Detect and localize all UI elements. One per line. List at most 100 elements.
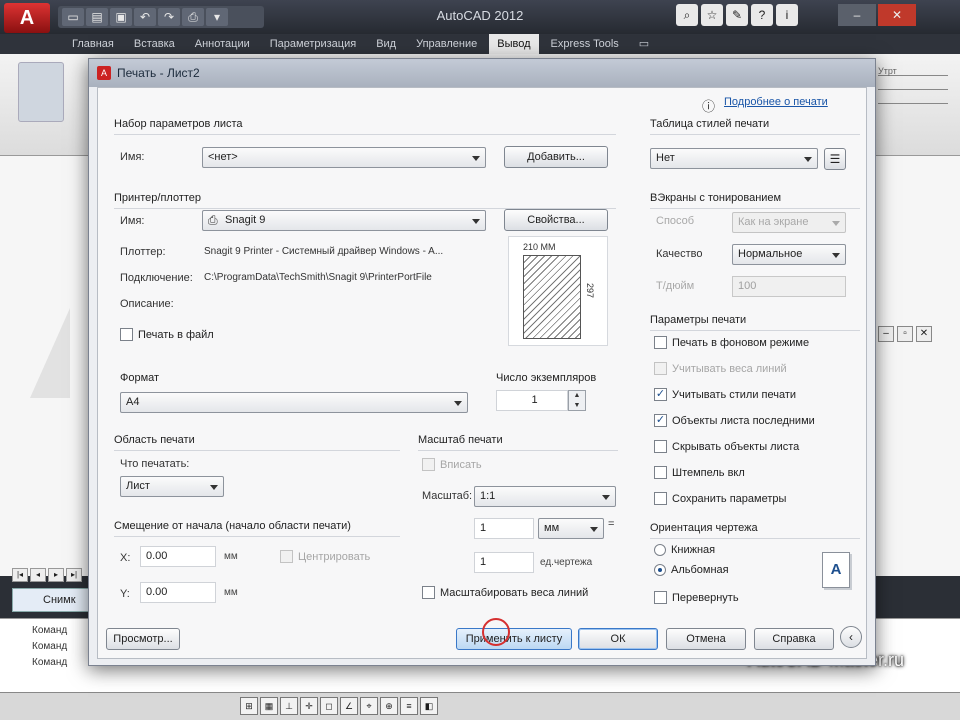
help-link[interactable]: Подробнее о печати (724, 96, 828, 108)
window-controls: – ✕ (838, 4, 916, 26)
checkbox-box: ✓ (654, 414, 667, 427)
open-icon[interactable]: ▤ (86, 8, 108, 26)
scale-select[interactable]: 1:1 (474, 486, 616, 507)
layout-nav-arrows: |◂ ◂ ▸ ▸| (12, 568, 84, 584)
help-button[interactable]: Справка (754, 628, 834, 650)
star-icon[interactable]: ☆ (701, 4, 723, 26)
collapse-arrow-icon[interactable]: ‹ (840, 626, 862, 648)
preview-height-label: 297 (585, 283, 595, 299)
ribbon-tab-extra[interactable]: ▭ (631, 34, 657, 54)
otrack-icon[interactable]: ∠ (340, 697, 358, 715)
dyn-icon[interactable]: ⊕ (380, 697, 398, 715)
preview-button[interactable]: Просмотр... (106, 628, 180, 650)
spin-down-icon[interactable]: ▼ (569, 401, 585, 411)
ribbon-tab[interactable]: Управление (408, 34, 485, 54)
upside-down-label: Перевернуть (672, 591, 739, 604)
prev-layout-icon[interactable]: ◂ (30, 568, 46, 582)
new-icon[interactable]: ▭ (62, 8, 84, 26)
copies-input[interactable]: 1 (496, 390, 568, 411)
help-icon[interactable]: ? (751, 4, 773, 26)
ribbon-tab[interactable]: Express Tools (543, 34, 627, 54)
ribbon-tab[interactable]: Вид (368, 34, 404, 54)
first-layout-icon[interactable]: |◂ (12, 568, 28, 582)
offset-y-label: Y: (120, 588, 130, 600)
osnap-icon[interactable]: ◻ (320, 697, 338, 715)
copies-spinner[interactable]: ▲ ▼ (568, 390, 586, 411)
plot-style-select[interactable]: Нет (650, 148, 818, 169)
ribbon-right-item[interactable] (878, 80, 948, 90)
tools-icon[interactable]: ✎ (726, 4, 748, 26)
ribbon-right-item[interactable] (878, 94, 948, 104)
dpi-label: Т/дюйм (656, 280, 695, 292)
plot-option-checkbox[interactable]: ✓ Объекты листа последними (654, 414, 815, 427)
ribbon-tab[interactable]: Аннотации (187, 34, 258, 54)
plot-option-checkbox[interactable]: ✓ Учитывать стили печати (654, 388, 796, 401)
ok-button[interactable]: ОК (578, 628, 658, 650)
info-icon[interactable]: i (776, 4, 798, 26)
next-layout-icon[interactable]: ▸ (48, 568, 64, 582)
add-page-setup-button[interactable]: Добавить... (504, 146, 608, 168)
plot-option-checkbox[interactable]: Учитывать веса линий (654, 362, 787, 375)
plot-ribbon-button[interactable] (18, 62, 64, 122)
paper-size-select[interactable]: A4 (120, 392, 468, 413)
paper-preview: 210 MM 297 (508, 236, 608, 346)
plot-option-checkbox[interactable]: Печать в фоновом режиме (654, 336, 809, 349)
page-setup-name-label: Имя: (120, 151, 145, 163)
dialog-titlebar[interactable]: A Печать - Лист2 (89, 59, 875, 87)
ribbon-tab-output[interactable]: Вывод (489, 34, 539, 54)
binoculars-icon[interactable]: ⌕ (676, 4, 698, 26)
upside-down-checkbox[interactable]: Перевернуть (654, 591, 739, 604)
plot-option-label: Скрывать объекты листа (672, 440, 800, 453)
offset-x-input[interactable]: 0.00 (140, 546, 216, 567)
print-to-file-checkbox[interactable]: Печать в файл (120, 328, 214, 341)
plot-option-checkbox[interactable]: Скрывать объекты листа (654, 440, 799, 453)
last-layout-icon[interactable]: ▸| (66, 568, 82, 582)
ribbon-tab[interactable]: Вставка (126, 34, 183, 54)
printer-properties-button[interactable]: Свойства... (504, 209, 608, 231)
what-to-plot-label: Что печатать: (120, 458, 190, 470)
printer-select[interactable]: ⎙ Snagit 9 (202, 210, 486, 231)
ortho-icon[interactable]: ⊥ (280, 697, 298, 715)
scale-drawing-units-input[interactable]: 1 (474, 552, 534, 573)
fit-to-paper-checkbox[interactable]: Вписать (422, 458, 482, 471)
tpy-icon[interactable]: ◧ (420, 697, 438, 715)
portrait-radio[interactable]: Книжная (654, 544, 715, 556)
save-icon[interactable]: ▣ (110, 8, 132, 26)
landscape-radio[interactable]: Альбомная (654, 564, 729, 576)
ribbon-tab[interactable]: Главная (64, 34, 122, 54)
minimize-icon[interactable]: – (838, 4, 876, 26)
scale-paper-units-input[interactable]: 1 (474, 518, 534, 539)
shade-plot-select[interactable]: Как на экране (732, 212, 846, 233)
lineweight-icon[interactable]: ≡ (400, 697, 418, 715)
close-icon[interactable]: ✕ (878, 4, 916, 26)
autocad-logo-icon[interactable]: A (4, 3, 50, 33)
layout-tab[interactable]: Снимк (12, 588, 90, 612)
minimize-viewport-icon[interactable]: – (878, 326, 894, 342)
snap-icon[interactable]: ⊞ (240, 697, 258, 715)
ribbon-tab[interactable]: Параметризация (262, 34, 364, 54)
offset-y-input[interactable]: 0.00 (140, 582, 216, 603)
ribbon-right-item[interactable]: Утрт (878, 66, 948, 76)
plot-option-checkbox[interactable]: Штемпель вкл (654, 466, 745, 479)
center-plot-checkbox[interactable]: Центрировать (280, 550, 370, 563)
grid-icon[interactable]: ▦ (260, 697, 278, 715)
restore-viewport-icon[interactable]: ▫ (897, 326, 913, 342)
plot-option-checkbox[interactable]: Сохранить параметры (654, 492, 786, 505)
dropdown-icon[interactable]: ▾ (206, 8, 228, 26)
page-setup-name-select[interactable]: <нет> (202, 147, 486, 168)
quality-select[interactable]: Нормальное (732, 244, 846, 265)
polar-icon[interactable]: ✛ (300, 697, 318, 715)
cancel-button[interactable]: Отмена (666, 628, 746, 650)
apply-to-layout-button[interactable]: Применить к листу (456, 628, 572, 650)
close-viewport-icon[interactable]: ✕ (916, 326, 932, 342)
scale-units-select[interactable]: мм (538, 518, 604, 539)
plot-icon[interactable]: ⎙ (182, 8, 204, 26)
scale-lineweights-checkbox[interactable]: Масштабировать веса линий (422, 586, 588, 599)
dpi-input[interactable]: 100 (732, 276, 846, 297)
what-to-plot-select[interactable]: Лист (120, 476, 224, 497)
redo-icon[interactable]: ↷ (158, 8, 180, 26)
undo-icon[interactable]: ↶ (134, 8, 156, 26)
spin-up-icon[interactable]: ▲ (569, 391, 585, 401)
edit-plot-style-icon[interactable]: ☰ (824, 148, 846, 170)
ducs-icon[interactable]: ⌖ (360, 697, 378, 715)
